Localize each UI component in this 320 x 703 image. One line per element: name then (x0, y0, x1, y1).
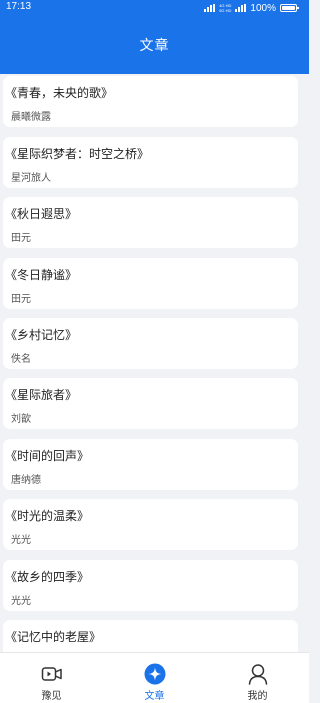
article-card[interactable]: 《冬日静谧》 田元 (3, 258, 298, 309)
article-author: 田元 (11, 233, 31, 244)
video-icon (41, 663, 63, 685)
article-title: 《记忆中的老屋》 (5, 630, 102, 644)
article-card[interactable]: 《乡村记忆》 佚名 (3, 318, 298, 369)
article-author: 唐纳德 (11, 475, 41, 486)
tab-profile-label: 我的 (247, 691, 268, 702)
article-author: 光光 (11, 535, 31, 546)
article-card[interactable]: 《时间的回声》 唐纳德 (3, 439, 298, 490)
article-card[interactable]: 《星际旅者》 刘歆 (3, 378, 298, 429)
bottom-tab-bar: 豫见 文章 我的 (0, 652, 309, 703)
battery-percent: 100% (250, 2, 276, 14)
article-card[interactable]: 《故乡的四季》 光光 (3, 560, 298, 611)
article-title: 《星际旅者》 (5, 388, 78, 402)
signal-icon (204, 4, 216, 12)
status-time: 17:13 (6, 1, 32, 12)
article-author: 星河旅人 (11, 173, 51, 184)
article-title: 《时光的温柔》 (5, 509, 90, 523)
article-title: 《星际织梦者：时空之桥》 (5, 147, 150, 161)
app-header: 文章 (0, 16, 309, 74)
article-title: 《冬日静谧》 (5, 268, 78, 282)
status-indicators: 4G HD 5G HD 100% (204, 2, 299, 14)
article-author: 佚名 (11, 354, 31, 365)
article-title: 《秋日遐思》 (5, 207, 78, 221)
article-title: 《时间的回声》 (5, 449, 90, 463)
article-author: 刘歆 (11, 414, 31, 425)
signal-icon-secondary (235, 4, 247, 12)
tab-profile[interactable]: 我的 (206, 653, 309, 703)
user-icon (247, 663, 269, 685)
article-card[interactable]: 《青春，未央的歌》 晨曦微露 (3, 76, 298, 127)
article-list[interactable]: 《青春，未央的歌》 晨曦微露 《星际织梦者：时空之桥》 星河旅人 《秋日遐思》 … (0, 74, 309, 652)
article-author: 田元 (11, 294, 31, 305)
article-author: 晨曦微露 (11, 112, 51, 123)
tab-video[interactable]: 豫见 (0, 653, 103, 703)
network-type-label: 4G HD 5G HD (219, 3, 232, 13)
article-card[interactable]: 《星际织梦者：时空之桥》 星河旅人 (3, 137, 298, 188)
tab-articles-label: 文章 (144, 691, 165, 702)
article-title: 《乡村记忆》 (5, 328, 78, 342)
article-card[interactable]: 《时光的温柔》 光光 (3, 499, 298, 550)
page-title: 文章 (139, 38, 170, 54)
article-title: 《故乡的四季》 (5, 570, 90, 584)
star-icon (144, 663, 166, 685)
tab-video-label: 豫见 (41, 691, 62, 702)
article-author: 光光 (11, 596, 31, 607)
article-card[interactable]: 《记忆中的老屋》 (3, 620, 298, 652)
article-title: 《青春，未央的歌》 (5, 86, 114, 100)
battery-icon (280, 4, 299, 12)
status-bar: 17:13 4G HD 5G HD 100% (0, 0, 309, 16)
tab-articles[interactable]: 文章 (103, 653, 206, 703)
article-card[interactable]: 《秋日遐思》 田元 (3, 197, 298, 248)
